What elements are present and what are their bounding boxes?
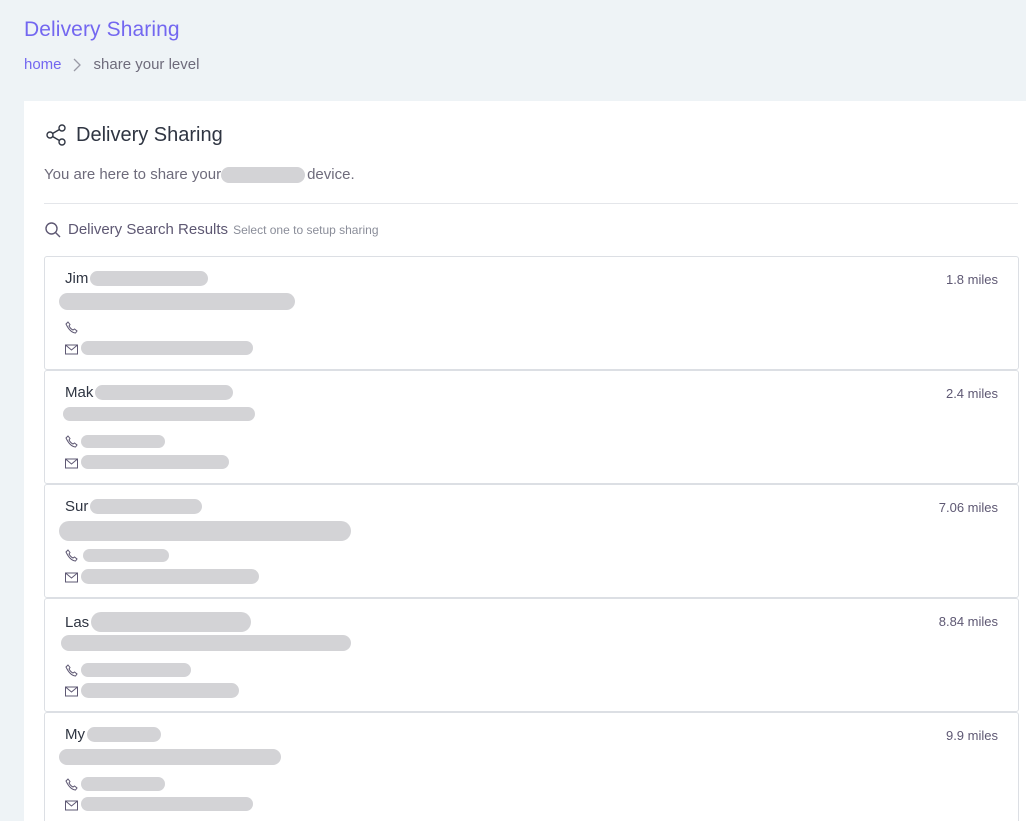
delivery-sharing-card: Delivery Sharing You are here to share y… [24,101,1026,821]
results-subtitle: Select one to setup sharing [233,223,379,237]
result-item[interactable]: Mak 2.4 miles [44,370,1019,484]
mail-icon [65,570,78,583]
result-distance: 9.9 miles [945,728,998,743]
redacted-text [59,749,281,765]
results-title: Delivery Search Results [68,221,229,238]
result-distance: 7.06 miles [938,500,998,515]
result-email [65,683,239,698]
result-item[interactable]: Sur 7.06 miles [44,484,1019,598]
card-title: Delivery Sharing [76,123,223,146]
mail-icon [65,342,78,355]
mail-icon [65,798,78,811]
redacted-text [81,435,165,448]
breadcrumb-home-link[interactable]: home [24,56,62,73]
mail-icon [65,684,78,697]
redacted-text [90,271,209,286]
redacted-text [81,341,253,355]
result-address [59,749,281,770]
redacted-text [87,727,161,742]
result-address [59,521,351,546]
phone-icon [65,777,78,791]
result-email [65,455,229,469]
result-list: Jim 1.8 miles Mak 2.4 miles Sur 7.06 mil… [44,256,1019,821]
redacted-text [81,777,165,791]
result-item[interactable]: Las 8.84 miles [44,598,1019,712]
chevron-right-icon [73,58,83,72]
redacted-text [83,549,169,562]
result-name: My [65,726,161,743]
phone-icon [65,663,78,677]
phone-icon [65,321,78,334]
description-text-end: device. [307,166,355,183]
card-description: You are here to share your device. [44,166,355,183]
card-header: Delivery Sharing [44,123,223,147]
result-phone [65,321,81,334]
result-distance: 1.8 miles [945,272,998,287]
breadcrumb-current: share your level [93,56,200,73]
result-name-text: Sur [65,498,89,515]
description-text-start: You are here to share your [44,166,222,183]
redacted-text [81,797,253,811]
result-name: Sur [65,498,203,515]
redacted-text [81,569,259,584]
page-title: Delivery Sharing [24,18,180,41]
redacted-text [90,499,203,514]
result-name-text: Mak [65,384,94,401]
result-phone [65,663,191,677]
result-distance: 8.84 miles [938,614,998,629]
page-header: Delivery Sharing home share your level [24,18,199,73]
redacted-text [59,293,295,310]
result-item[interactable]: Jim 1.8 miles [44,256,1019,370]
redacted-text [95,385,234,400]
result-email [65,569,259,584]
result-email [65,797,253,811]
result-distance: 2.4 miles [945,386,998,401]
result-email [65,341,253,355]
redacted-text [81,663,191,677]
results-header: Delivery Search Results Select one to se… [44,221,379,239]
result-name: Jim [65,270,209,287]
mail-icon [65,456,78,469]
divider [44,203,1018,204]
result-name-text: My [65,726,85,743]
redacted-text [221,166,306,183]
redacted-text [63,407,255,421]
result-phone [65,777,165,791]
result-name-text: Jim [65,270,89,287]
result-name: Las [65,612,252,632]
redacted-text [81,455,229,469]
result-phone [65,435,165,448]
result-phone [65,549,169,562]
result-item[interactable]: My 9.9 miles [44,712,1019,821]
breadcrumb: home share your level [24,56,199,73]
phone-icon [65,435,78,448]
result-address [59,407,255,426]
redacted-text [81,683,239,698]
redacted-text [91,612,252,632]
redacted-text [61,635,351,651]
result-address [59,293,295,315]
share-icon [44,123,68,147]
result-name-text: Las [65,613,90,631]
result-name: Mak [65,384,234,401]
phone-icon [65,549,78,562]
search-icon [44,221,62,239]
redacted-text [59,521,351,541]
result-address [59,635,351,656]
